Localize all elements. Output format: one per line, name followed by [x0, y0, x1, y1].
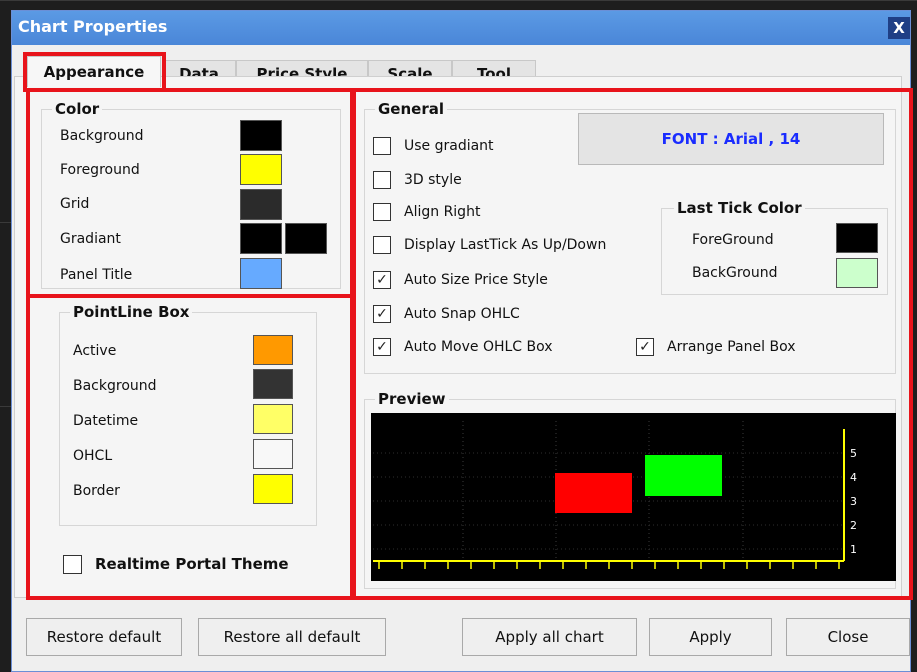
bg-line	[0, 222, 11, 223]
close-button-bottom[interactable]: Close	[786, 618, 910, 656]
window-title: Chart Properties	[18, 17, 168, 36]
auto-move-ohlc-box-checkbox[interactable]: ✓	[373, 338, 391, 356]
color-foreground-label: Foreground	[60, 162, 140, 178]
preview-x-ticks	[378, 561, 840, 569]
display-lasttick-label: Display LastTick As Up/Down	[404, 237, 607, 253]
last-tick-foreground-swatch[interactable]	[836, 223, 878, 253]
preview-y-tick-label: 3	[850, 495, 857, 508]
auto-move-ohlc-box-label: Auto Move OHLC Box	[404, 339, 553, 355]
pointline-ohcl-label: OHCL	[73, 448, 113, 464]
restore-all-default-button[interactable]: Restore all default	[198, 618, 386, 656]
last-tick-foreground-label: ForeGround	[692, 232, 774, 248]
pointline-background-label: Background	[73, 378, 157, 394]
auto-snap-ohlc-label: Auto Snap OHLC	[404, 306, 520, 322]
color-background-swatch[interactable]	[240, 120, 282, 151]
restore-default-button[interactable]: Restore default	[26, 618, 182, 656]
arrange-panel-box-checkbox[interactable]: ✓	[636, 338, 654, 356]
pointline-active-swatch[interactable]	[253, 335, 293, 365]
color-panel-title-swatch[interactable]	[240, 258, 282, 289]
auto-size-price-style-label: Auto Size Price Style	[404, 272, 548, 288]
use-gradiant-label: Use gradiant	[404, 138, 494, 154]
last-tick-background-label: BackGround	[692, 265, 778, 281]
close-button[interactable]: X	[888, 17, 910, 39]
pointline-ohcl-swatch[interactable]	[253, 439, 293, 469]
general-group-title: General	[375, 99, 447, 119]
preview-title: Preview	[375, 389, 449, 409]
realtime-theme-label: Realtime Portal Theme	[95, 555, 289, 573]
display-lasttick-checkbox[interactable]	[373, 236, 391, 254]
color-gradiant-label: Gradiant	[60, 231, 121, 247]
color-foreground-swatch[interactable]	[240, 154, 282, 185]
pointline-background-swatch[interactable]	[253, 369, 293, 399]
preview-y-tick-label: 5	[850, 447, 857, 460]
pointline-active-label: Active	[73, 343, 117, 359]
bg-line	[0, 0, 917, 1]
arrange-panel-box-label: Arrange Panel Box	[667, 339, 796, 355]
3d-style-label: 3D style	[404, 172, 462, 188]
color-grid-label: Grid	[60, 196, 90, 212]
title-bar[interactable]: Chart Properties X	[12, 11, 910, 45]
align-right-checkbox[interactable]	[373, 203, 391, 221]
bg-line	[0, 406, 11, 407]
last-tick-background-swatch[interactable]	[836, 258, 878, 288]
realtime-theme-checkbox[interactable]	[63, 555, 82, 574]
use-gradiant-checkbox[interactable]	[373, 137, 391, 155]
pointline-datetime-label: Datetime	[73, 413, 139, 429]
pointline-border-label: Border	[73, 483, 120, 499]
color-gradiant-start-swatch[interactable]	[240, 223, 282, 254]
preview-green-box	[645, 455, 722, 496]
preview-chart: 5 4 3 2 1	[371, 413, 896, 581]
3d-style-checkbox[interactable]	[373, 171, 391, 189]
preview-background	[371, 413, 896, 581]
pointline-datetime-swatch[interactable]	[253, 404, 293, 434]
color-gradiant-end-swatch[interactable]	[285, 223, 327, 254]
pointline-box-title: PointLine Box	[70, 302, 193, 322]
color-panel-title-label: Panel Title	[60, 267, 133, 283]
apply-button[interactable]: Apply	[649, 618, 772, 656]
preview-red-box	[555, 473, 632, 513]
preview-y-tick-label: 4	[850, 471, 857, 484]
preview-y-tick-label: 1	[850, 543, 857, 556]
pointline-border-swatch[interactable]	[253, 474, 293, 504]
apply-all-chart-button[interactable]: Apply all chart	[462, 618, 637, 656]
auto-snap-ohlc-checkbox[interactable]: ✓	[373, 305, 391, 323]
preview-y-tick-label: 2	[850, 519, 857, 532]
font-button[interactable]: FONT : Arial , 14	[578, 113, 884, 165]
color-background-label: Background	[60, 128, 144, 144]
auto-size-price-style-checkbox[interactable]: ✓	[373, 271, 391, 289]
last-tick-color-title: Last Tick Color	[674, 198, 805, 218]
color-grid-swatch[interactable]	[240, 189, 282, 220]
tab-appearance[interactable]: Appearance	[27, 56, 161, 87]
color-group-title: Color	[52, 99, 103, 119]
align-right-label: Align Right	[404, 204, 481, 220]
